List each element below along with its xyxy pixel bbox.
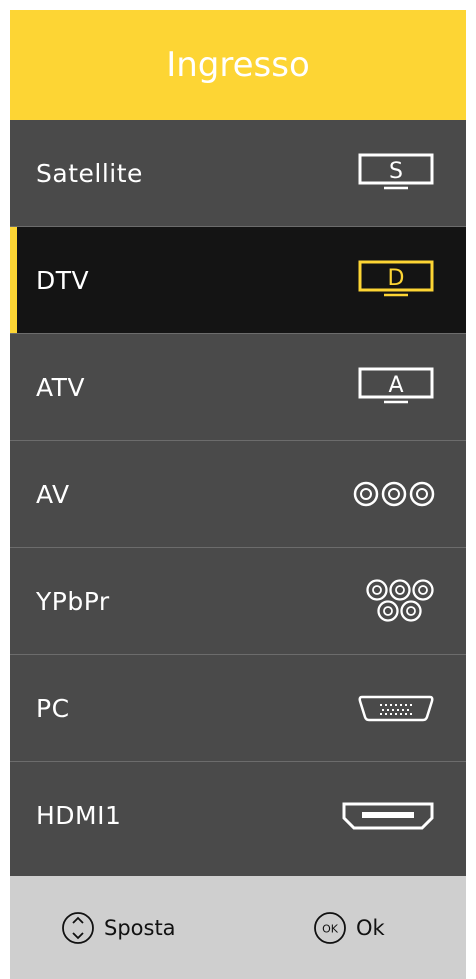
svg-text:D: D [388,266,405,291]
source-label: Satellite [36,158,143,188]
tv-a-icon: A [356,367,436,407]
source-item-ypbpr[interactable]: YPbPr [10,548,466,655]
move-label: Sposta [104,915,176,940]
source-label: PC [36,693,70,723]
source-item-atv[interactable]: ATV A [10,334,466,441]
svg-text:OK: OK [322,922,339,935]
tv-d-icon: D [356,260,436,300]
source-label: YPbPr [36,586,110,616]
input-source-panel: Ingresso Satellite S DTV D ATV A AV YPbP… [10,10,466,979]
help-bar: Sposta OK Ok [10,876,466,979]
source-item-pc[interactable]: PC [10,655,466,762]
panel-header: Ingresso [10,10,466,120]
vga-port-icon [356,693,436,723]
svg-text:A: A [388,373,403,398]
ok-hint: OK Ok [312,910,385,946]
source-list: Satellite S DTV D ATV A AV YPbPr PC HDMI… [10,120,466,869]
rca-connectors-icon [352,479,436,509]
source-item-dtv[interactable]: DTV D [10,227,466,334]
source-item-av[interactable]: AV [10,441,466,548]
source-label: DTV [36,265,90,295]
source-label: AV [36,479,70,509]
move-hint: Sposta [60,910,176,946]
ok-label: Ok [356,915,385,940]
hdmi-port-icon [340,800,436,832]
source-label: HDMI1 [36,801,122,830]
updown-arrows-icon [62,911,94,944]
svg-text:S: S [389,159,403,184]
component-connectors-icon [364,578,436,624]
source-item-hdmi1[interactable]: HDMI1 [10,762,466,869]
ok-button-icon: OK [314,911,346,944]
panel-title: Ingresso [166,45,310,85]
source-item-satellite[interactable]: Satellite S [10,120,466,227]
tv-s-icon: S [356,153,436,193]
source-label: ATV [36,372,86,402]
